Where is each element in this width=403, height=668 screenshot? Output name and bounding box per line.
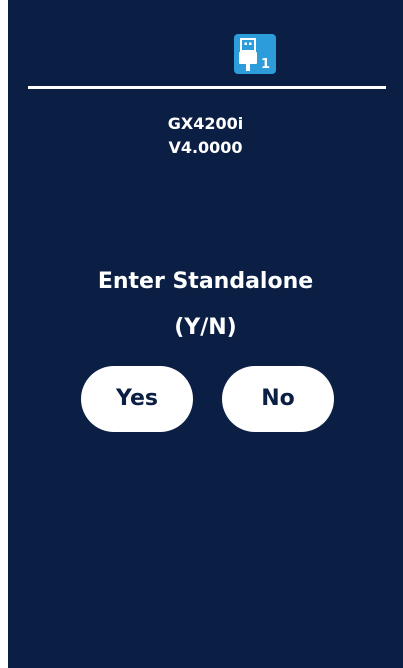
usb-connection-badge: 1 bbox=[234, 34, 276, 74]
prompt-title: Enter Standalone bbox=[97, 269, 314, 294]
usb-port-number: 1 bbox=[260, 57, 270, 72]
device-model-label: GX4200i bbox=[167, 114, 244, 133]
firmware-version-label: V4.0000 bbox=[168, 138, 243, 157]
prompt-subtitle: (Y/N) bbox=[174, 315, 237, 340]
status-bar: 1 bbox=[8, 0, 403, 88]
device-screen: 1 GX4200i V4.0000 Enter Standalone (Y/N)… bbox=[8, 0, 403, 668]
header-divider bbox=[28, 86, 386, 89]
yes-button[interactable]: Yes bbox=[81, 366, 193, 432]
no-button[interactable]: No bbox=[222, 366, 334, 432]
